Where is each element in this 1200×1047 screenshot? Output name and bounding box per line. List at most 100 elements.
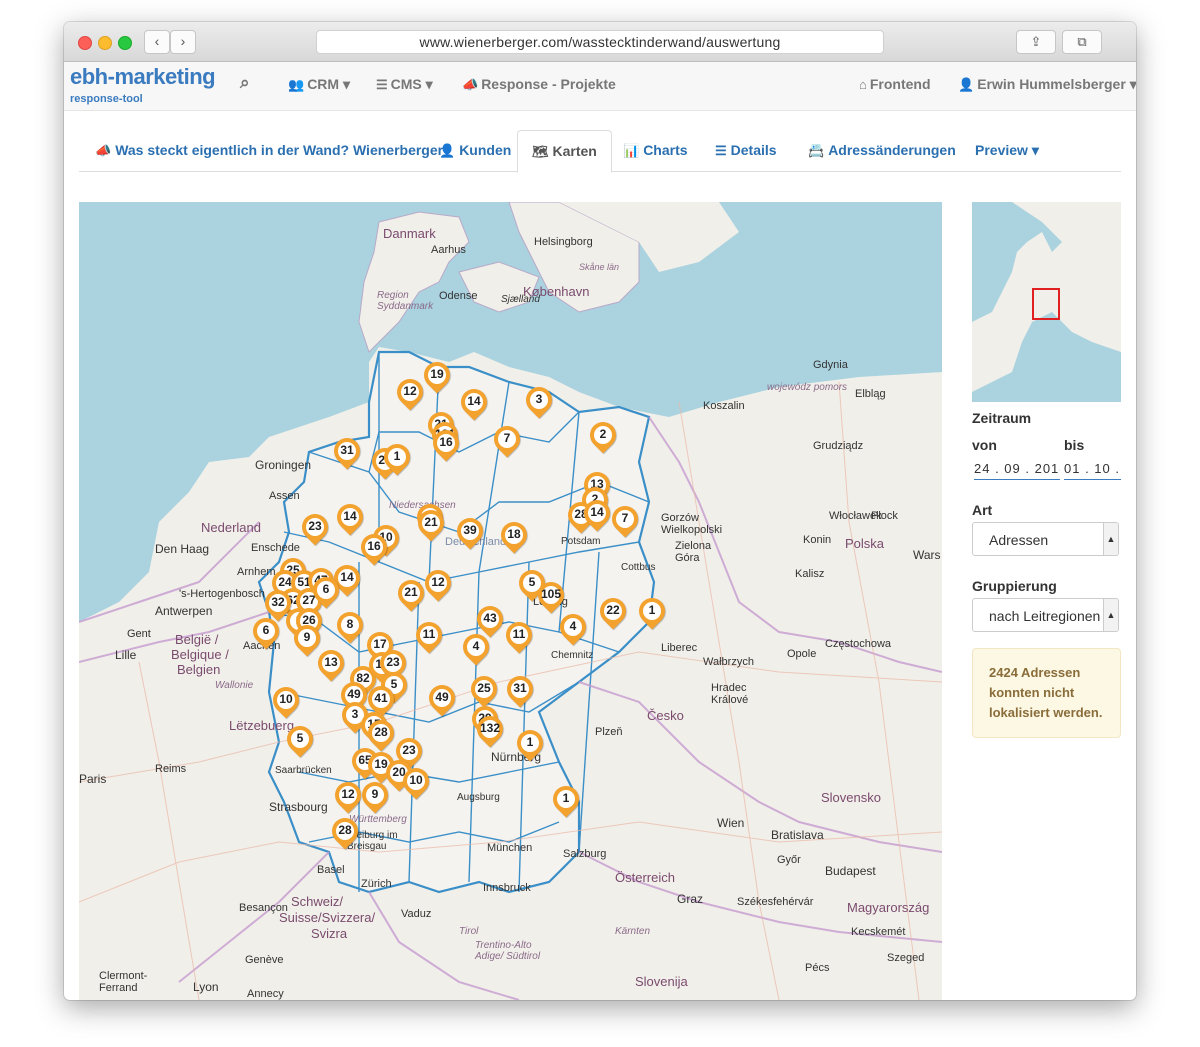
map-cluster-marker[interactable]: 9 <box>356 776 394 816</box>
map-label-plzen: Plzeň <box>595 726 623 738</box>
map-cluster-marker[interactable]: 31 <box>501 670 539 710</box>
map-cluster-marker[interactable]: 16 <box>355 528 393 568</box>
map-cluster-marker[interactable]: 105 <box>532 576 570 616</box>
map-label-geneve: Genève <box>245 954 284 966</box>
map-cluster-marker[interactable]: 132 <box>471 710 509 750</box>
map-cluster-marker[interactable]: 4 <box>554 608 592 648</box>
nav-user-menu[interactable]: 👤 Erwin Hummelsberger ▾ <box>958 76 1136 93</box>
map-label-belgie: België / <box>175 632 219 647</box>
map-cluster-marker[interactable]: 1 <box>633 592 671 632</box>
close-window-button[interactable] <box>78 36 92 50</box>
tab-adressaenderungen[interactable]: 📇 Adressänderungen <box>800 130 964 170</box>
marker-count: 4 <box>569 619 577 633</box>
map-label-kalisz: Kalisz <box>795 568 825 580</box>
nav-frontend[interactable]: ⌂ Frontend <box>859 76 931 92</box>
date-from-input[interactable]: 24 . 09 . 2018 <box>974 459 1060 480</box>
nav-response-label: Response - Projekte <box>481 76 616 92</box>
marker-count: 23 <box>308 519 322 533</box>
map-cluster-marker[interactable]: 12 <box>391 373 429 413</box>
minimize-window-button[interactable] <box>98 36 112 50</box>
brand-logo[interactable]: ebh-marketing <box>70 64 216 90</box>
overview-minimap[interactable] <box>972 202 1121 402</box>
map-cluster-marker[interactable]: 6 <box>247 612 285 652</box>
share-icon[interactable]: ⇪ <box>1016 30 1056 54</box>
map-label-slovensko: Slovensko <box>821 790 881 805</box>
tab-preview[interactable]: Preview ▾ <box>967 130 1047 170</box>
marker-count: 11 <box>512 627 526 641</box>
map-cluster-marker[interactable]: 2 <box>584 416 622 456</box>
map-cluster-marker[interactable]: 5 <box>281 720 319 760</box>
map-cluster-marker[interactable]: 3 <box>520 381 558 421</box>
map-cluster-marker[interactable]: 31 <box>328 432 366 472</box>
map-cluster-marker[interactable]: 10 <box>267 681 305 721</box>
back-icon[interactable]: ‹ <box>144 30 170 54</box>
map-label-skane: Skåne län <box>579 262 620 272</box>
map-cluster-marker[interactable]: 18 <box>495 516 533 556</box>
map-cluster-marker[interactable]: 16 <box>427 424 465 464</box>
map-label-odense: Odense <box>439 290 478 302</box>
forward-icon[interactable]: › <box>170 30 196 54</box>
map-cluster-marker[interactable]: 1 <box>378 438 416 478</box>
tab-details[interactable]: ☰ Details <box>707 130 785 170</box>
marker-count: 11 <box>422 627 436 641</box>
map-cluster-marker[interactable]: 21 <box>412 504 450 544</box>
marker-count: 7 <box>503 431 511 445</box>
map-label-sjaelland: Sjælland <box>501 294 540 305</box>
nav-response-projekte[interactable]: 📣 Response - Projekte <box>462 76 616 93</box>
tabs-overview-icon[interactable]: ⧉ <box>1062 30 1102 54</box>
map-cluster-marker[interactable]: 49 <box>423 679 461 719</box>
map-cluster-marker[interactable]: 13 <box>312 644 350 684</box>
map-view[interactable]: Danmark Aarhus Helsingborg Skåne län Køb… <box>79 202 942 1000</box>
tab-kunden[interactable]: 👤 Kunden <box>431 130 519 170</box>
map-cluster-marker[interactable]: 14 <box>331 498 369 538</box>
bullhorn-icon: 📣 <box>95 143 112 158</box>
map-label-grudziadz: Grudziądz <box>813 440 864 452</box>
map-cluster-marker[interactable]: 7 <box>606 500 644 540</box>
map-cluster-marker[interactable]: 14 <box>578 494 616 534</box>
map-label-zurich: Zürich <box>361 878 392 890</box>
date-to-input[interactable]: 01 . 10 . 2018 <box>1064 459 1121 480</box>
map-cluster-marker[interactable]: 12 <box>419 564 457 604</box>
bullhorn-icon: 📣 <box>462 77 479 92</box>
map-cluster-marker[interactable]: 10 <box>397 762 435 802</box>
map-cluster-marker[interactable]: 6 <box>307 571 345 611</box>
zoom-window-button[interactable] <box>118 36 132 50</box>
map-label-danmark: Danmark <box>383 226 436 241</box>
tab-karten[interactable]: 🗺 Karten <box>517 130 612 173</box>
top-navbar: ebh-marketing response-tool ⌕ 👥 CRM ▾ ☰ CM… <box>64 62 1136 111</box>
map-cluster-marker[interactable]: 4 <box>457 628 495 668</box>
marker-count: 49 <box>435 690 449 704</box>
map-cluster-marker[interactable]: 1 <box>547 780 585 820</box>
map-label-lyon: Lyon <box>193 980 219 994</box>
search-icon[interactable]: ⌕ <box>240 73 250 93</box>
map-label-gorzow: Gorzów Wielkopolski <box>661 512 723 536</box>
art-select[interactable]: Adressen ▲ <box>972 522 1119 556</box>
browser-window: ‹ › www.wienerberger.com/wassteckt­inder… <box>64 22 1136 1000</box>
tab-charts[interactable]: 📊 Charts <box>615 130 696 170</box>
map-cluster-marker[interactable]: 22 <box>594 592 632 632</box>
map-label-koszalin: Koszalin <box>703 400 745 412</box>
map-cluster-marker[interactable]: 19 <box>418 356 456 396</box>
map-label-svizra: Svizra <box>311 926 348 941</box>
map-cluster-marker[interactable]: 1 <box>511 724 549 764</box>
map-cluster-marker[interactable]: 28 <box>326 812 364 852</box>
map-cluster-marker[interactable]: 14 <box>455 383 493 423</box>
caret-down-icon: ▾ <box>425 76 433 92</box>
gruppierung-select[interactable]: nach Leitregionen ▲ <box>972 598 1119 632</box>
nav-cms[interactable]: ☰ CMS ▾ <box>376 76 433 93</box>
address-bar[interactable]: www.wienerberger.com/wassteckt­inderwand… <box>316 30 884 54</box>
map-cluster-marker[interactable]: 23 <box>296 508 334 548</box>
map-cluster-marker[interactable]: 7 <box>488 420 526 460</box>
map-cluster-marker[interactable]: 39 <box>451 512 489 552</box>
gruppierung-label: Gruppierung <box>972 578 1057 594</box>
map-cluster-marker[interactable]: 9 <box>288 619 326 659</box>
map-base-layer <box>79 202 942 1000</box>
nav-crm[interactable]: 👥 CRM ▾ <box>288 76 350 93</box>
gruppierung-select-value: nach Leitregionen <box>989 608 1101 624</box>
map-cluster-marker[interactable]: 8 <box>331 606 369 646</box>
tab-campaign[interactable]: 📣 Was steckt eigentlich in der Wand? Wien… <box>87 130 451 170</box>
map-cluster-marker[interactable]: 11 <box>410 616 448 656</box>
map-cluster-marker[interactable]: 11 <box>500 616 538 656</box>
marker-count: 7 <box>621 511 629 525</box>
marker-count: 28 <box>374 725 388 739</box>
